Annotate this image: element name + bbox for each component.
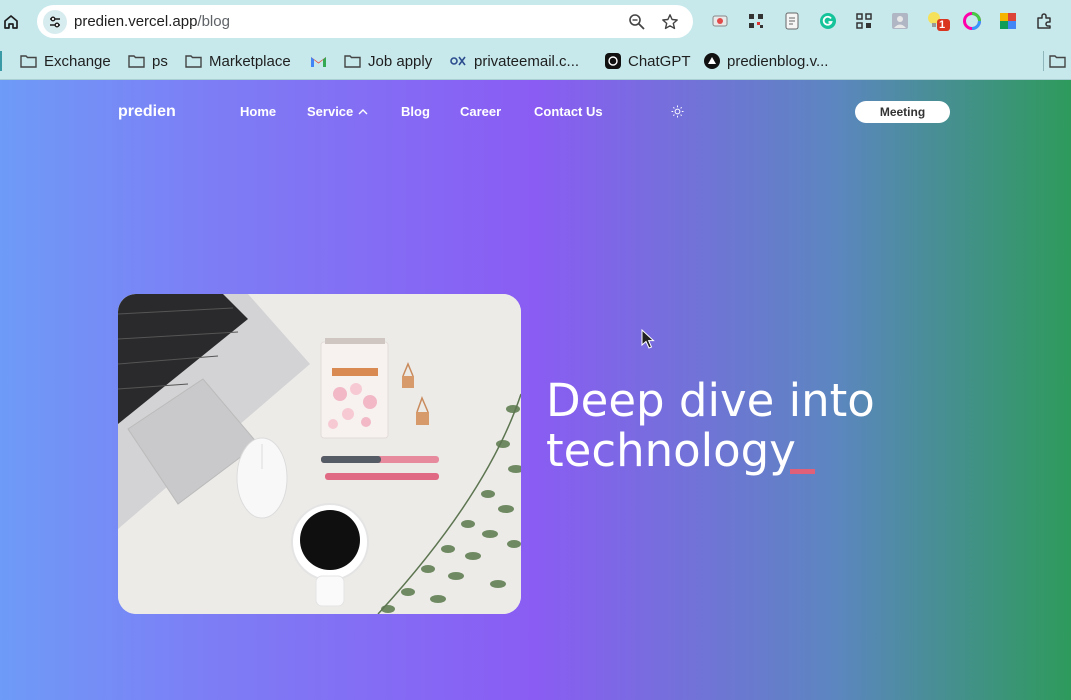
nav-service[interactable]: Service	[307, 104, 368, 119]
profile-extension-icon[interactable]	[890, 11, 910, 31]
bookmark-label: Exchange	[44, 52, 111, 70]
bookmark-ps[interactable]: ps	[128, 49, 168, 73]
bookmark-star-icon[interactable]	[660, 12, 680, 32]
brand-logo[interactable]: predien	[118, 103, 176, 121]
meeting-button[interactable]: Meeting	[855, 101, 950, 123]
headline-line-1: Deep dive into	[546, 374, 875, 427]
qr-code-extension-icon[interactable]	[854, 11, 874, 31]
folder-icon	[344, 53, 361, 70]
cast-extension-icon[interactable]	[710, 11, 730, 31]
qr-extension-icon[interactable]	[746, 11, 766, 31]
bookmark-label: ps	[152, 52, 168, 70]
url-host: predien.vercel.app	[74, 13, 198, 30]
chevron-up-icon	[358, 109, 368, 115]
site-info-icon[interactable]	[43, 10, 67, 34]
bookmarks-bar: Exchange ps Marketplace Job apply privat…	[0, 43, 1071, 80]
bookmark-gmail[interactable]	[310, 49, 327, 73]
hero-image	[118, 294, 521, 614]
bookmarks-edge	[0, 51, 2, 71]
extension-badge: 1	[939, 19, 946, 31]
bookmark-predienblog[interactable]: predienblog.v...	[703, 49, 828, 73]
typing-cursor	[790, 469, 815, 474]
bookmark-label: ChatGPT	[628, 52, 691, 70]
bookmark-label: Marketplace	[209, 52, 291, 70]
folder-icon	[1049, 53, 1066, 70]
bookmark-privateemail[interactable]: privateemail.c...	[450, 49, 579, 73]
colorzilla-extension-icon[interactable]	[962, 11, 982, 31]
bookmark-chatgpt[interactable]: ChatGPT	[604, 49, 691, 73]
other-bookmarks-folder[interactable]	[1049, 49, 1066, 73]
home-icon[interactable]	[0, 10, 22, 34]
folder-icon	[20, 53, 37, 70]
bookmark-marketplace[interactable]: Marketplace	[185, 49, 291, 73]
bookmark-label: Job apply	[368, 52, 433, 70]
zoom-icon[interactable]	[627, 12, 647, 32]
headline-line-2: technology	[546, 424, 796, 477]
bulb-extension-icon[interactable]: 1	[926, 11, 952, 31]
address-bar[interactable]: predien.vercel.app/blog	[37, 5, 693, 38]
bookmark-exchange[interactable]: Exchange	[20, 49, 111, 73]
folder-icon	[185, 53, 202, 70]
vercel-icon	[703, 53, 720, 70]
page-content: predien Home Service Blog Career Contact…	[0, 80, 1071, 700]
bookmark-job-apply[interactable]: Job apply	[344, 49, 432, 73]
hero-headline: Deep dive into technology	[546, 376, 875, 476]
url-text[interactable]: predien.vercel.app/blog	[74, 13, 230, 30]
bookmark-label: predienblog.v...	[727, 52, 829, 70]
folder-icon	[128, 53, 145, 70]
url-path: /blog	[197, 13, 230, 30]
privateemail-icon	[450, 53, 467, 70]
chatgpt-icon	[604, 53, 621, 70]
color-picker-extension-icon[interactable]	[998, 11, 1018, 31]
bookmark-label: privateemail.c...	[474, 52, 580, 70]
nav-home[interactable]: Home	[240, 104, 276, 119]
extensions-puzzle-icon[interactable]	[1034, 11, 1054, 31]
nav-career[interactable]: Career	[460, 104, 501, 119]
nav-blog[interactable]: Blog	[401, 104, 430, 119]
gmail-icon	[310, 53, 327, 70]
mouse-pointer-icon	[641, 329, 655, 349]
notes-extension-icon[interactable]	[782, 11, 802, 31]
grammarly-extension-icon[interactable]	[818, 11, 838, 31]
nav-service-label: Service	[307, 104, 354, 119]
bookmarks-divider	[1043, 51, 1044, 71]
browser-toolbar: predien.vercel.app/blog 1	[0, 0, 1071, 43]
nav-contact[interactable]: Contact Us	[534, 104, 603, 119]
theme-toggle-sun-icon[interactable]	[671, 105, 684, 118]
